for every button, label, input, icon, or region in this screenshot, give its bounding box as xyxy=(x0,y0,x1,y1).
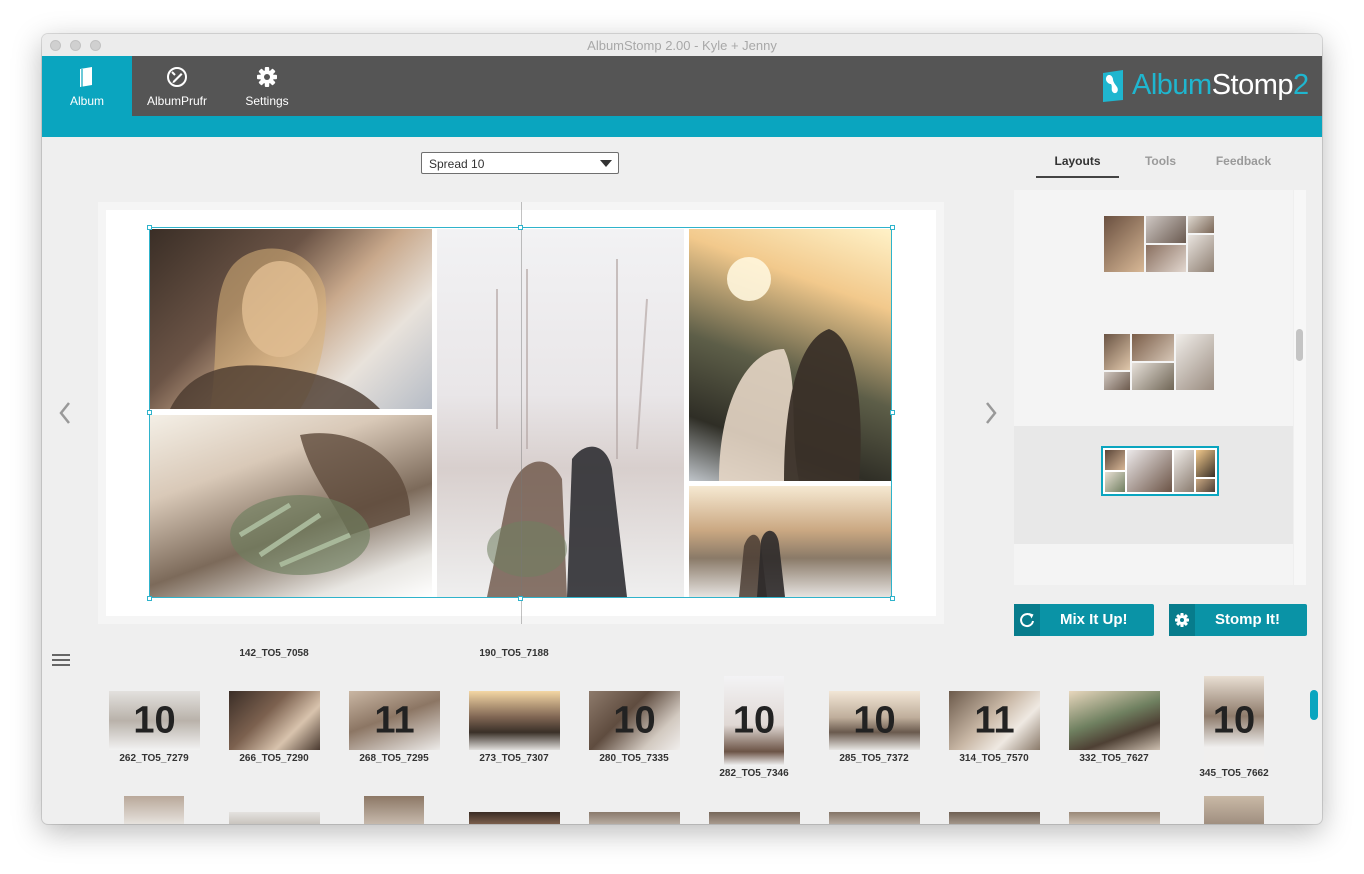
title-bar: AlbumStomp 2.00 - Kyle + Jenny xyxy=(42,34,1322,57)
photo-thumbnail[interactable] xyxy=(364,796,424,824)
resize-handle[interactable] xyxy=(147,225,152,230)
tab-feedback[interactable]: Feedback xyxy=(1202,154,1285,176)
photo-caption: 285_TO5_7372 xyxy=(839,753,909,764)
spread-select-value: Spread 10 xyxy=(429,157,485,171)
main-toolbar: Album AlbumPrufr Settings AlbumStomp2 xyxy=(42,56,1322,116)
resize-handle[interactable] xyxy=(147,410,152,415)
gear-icon xyxy=(1169,604,1195,636)
photo-thumbnail[interactable] xyxy=(124,796,184,824)
usage-count-badge: 10 xyxy=(613,699,656,741)
layout-option-3-selected[interactable] xyxy=(1101,446,1219,496)
photo-caption: 142_TO5_7058 xyxy=(239,648,309,659)
logo-text-stomp: Stomp xyxy=(1211,69,1294,101)
photo-thumbnail[interactable]: 10 xyxy=(109,691,200,750)
photo-caption: 266_TO5_7290 xyxy=(239,753,309,764)
resize-handle[interactable] xyxy=(890,596,895,601)
toolbar-settings-button[interactable]: Settings xyxy=(222,56,312,116)
filmstrip-scroll-thumb[interactable] xyxy=(1310,690,1318,720)
accent-strip xyxy=(42,116,1322,137)
photo-caption: 314_TO5_7570 xyxy=(959,753,1029,764)
resize-handle[interactable] xyxy=(890,410,895,415)
next-spread-button[interactable] xyxy=(984,400,998,426)
usage-count-badge: 10 xyxy=(1212,699,1256,741)
toolbar-album-label: Album xyxy=(69,94,104,108)
resize-handle[interactable] xyxy=(518,225,523,230)
logo-text-version: 2 xyxy=(1293,69,1309,101)
photo-thumbnail[interactable] xyxy=(829,812,920,824)
photo-thumbnail[interactable] xyxy=(229,691,320,750)
photo-caption: 345_TO5_7662 xyxy=(1199,768,1269,779)
photo-thumbnail[interactable]: 11 xyxy=(949,691,1040,750)
photo-thumbnail[interactable] xyxy=(1069,691,1160,750)
layout-option-2[interactable] xyxy=(1104,334,1216,392)
resize-handle[interactable] xyxy=(890,225,895,230)
photo-thumbnail[interactable] xyxy=(709,812,800,824)
stomp-it-label: Stomp It! xyxy=(1215,611,1280,628)
chevron-down-icon xyxy=(600,160,612,167)
photo-caption: 262_TO5_7279 xyxy=(119,753,189,764)
photo-thumbnail[interactable] xyxy=(1069,812,1160,824)
usage-count-badge: 10 xyxy=(853,699,896,741)
photo-thumbnail[interactable]: 11 xyxy=(349,691,440,750)
album-icon xyxy=(42,66,132,88)
logo-text: AlbumStomp2 xyxy=(1132,69,1309,102)
photo-thumbnail[interactable]: 10 xyxy=(724,676,784,765)
photo-caption: 280_TO5_7335 xyxy=(599,753,669,764)
photo-thumbnail[interactable] xyxy=(589,812,680,824)
tab-tools[interactable]: Tools xyxy=(1119,154,1202,176)
toolbar-settings-label: Settings xyxy=(245,94,289,108)
photo-caption: 282_TO5_7346 xyxy=(719,768,789,779)
resize-handle[interactable] xyxy=(147,596,152,601)
usage-count-badge: 10 xyxy=(732,699,776,741)
layouts-scrollbar[interactable] xyxy=(1294,190,1306,585)
photo-thumbnail[interactable]: 10 xyxy=(829,691,920,750)
refresh-icon xyxy=(1014,604,1040,636)
chevron-left-icon xyxy=(59,402,70,424)
resize-handle[interactable] xyxy=(518,596,523,601)
usage-count-badge: 10 xyxy=(133,699,176,741)
toolbar-albumprufr-button[interactable]: AlbumPrufr xyxy=(132,56,222,116)
hamburger-menu-icon[interactable] xyxy=(52,654,70,668)
layout-option-1[interactable] xyxy=(1104,216,1216,274)
window-title: AlbumStomp 2.00 - Kyle + Jenny xyxy=(587,38,777,53)
layouts-scroll-thumb[interactable] xyxy=(1296,329,1303,361)
toolbar-albumprufr-label: AlbumPrufr xyxy=(146,94,208,108)
photo-thumbnail[interactable]: 10 xyxy=(1204,676,1264,765)
mix-it-up-button[interactable]: Mix It Up! xyxy=(1014,604,1154,636)
app-window: AlbumStomp 2.00 - Kyle + Jenny Album Alb… xyxy=(42,34,1322,824)
usage-count-badge: 11 xyxy=(974,699,1015,741)
mix-it-up-label: Mix It Up! xyxy=(1060,611,1128,628)
stomp-it-button[interactable]: Stomp It! xyxy=(1169,604,1307,636)
albumstomp-logo: AlbumStomp2 xyxy=(1100,69,1310,104)
toolbar-album-button[interactable]: Album xyxy=(42,56,132,116)
tab-layouts[interactable]: Layouts xyxy=(1036,154,1119,178)
logo-text-album: Album xyxy=(1132,69,1212,101)
photo-caption: 268_TO5_7295 xyxy=(359,753,429,764)
photo-thumbnail[interactable] xyxy=(949,812,1040,824)
photo-thumbnail[interactable] xyxy=(469,691,560,750)
albumprufr-icon xyxy=(132,66,222,88)
spread-select[interactable]: Spread 10 xyxy=(421,152,619,174)
gear-icon xyxy=(222,66,312,88)
chevron-right-icon xyxy=(986,402,997,424)
panel-tabs: Layouts Tools Feedback xyxy=(1036,154,1286,178)
previous-spread-button[interactable] xyxy=(58,400,72,426)
photo-caption: 273_TO5_7307 xyxy=(479,753,549,764)
photo-thumbnail[interactable] xyxy=(1204,796,1264,824)
photo-thumbnail[interactable] xyxy=(469,812,560,824)
photo-caption: 332_TO5_7627 xyxy=(1079,753,1149,764)
logo-mark-icon xyxy=(1100,70,1126,102)
usage-count-badge: 11 xyxy=(374,699,415,741)
selection-box[interactable] xyxy=(149,227,892,598)
photo-caption: 190_TO5_7188 xyxy=(479,648,549,659)
photo-thumbnail[interactable]: 10 xyxy=(589,691,680,750)
photo-thumbnail[interactable] xyxy=(229,812,320,824)
layouts-panel xyxy=(1014,190,1293,585)
